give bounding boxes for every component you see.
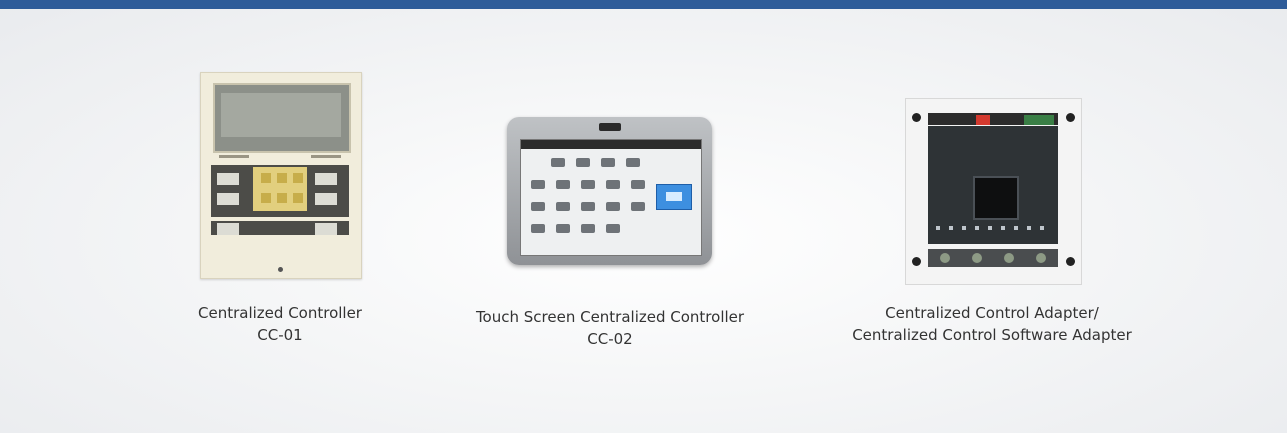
cc-02-touch-screen-image: [507, 117, 712, 265]
cc-01-caption: Centralized Controller CC-01: [100, 302, 460, 346]
adapter-caption: Centralized Control Adapter/ Centralized…: [812, 302, 1172, 346]
product-name-secondary: Centralized Control Software Adapter: [852, 326, 1132, 344]
product-name: Centralized Controller: [198, 304, 362, 322]
cc-01-controller-image: [200, 72, 362, 279]
product-model: CC-02: [587, 330, 633, 348]
cc-02-caption: Touch Screen Centralized Controller CC-0…: [430, 306, 790, 350]
header-accent-bar: [0, 0, 1287, 9]
product-name: Centralized Control Adapter/: [885, 304, 1099, 322]
product-model: CC-01: [257, 326, 303, 344]
control-adapter-image: [905, 98, 1082, 285]
product-name: Touch Screen Centralized Controller: [475, 308, 745, 326]
